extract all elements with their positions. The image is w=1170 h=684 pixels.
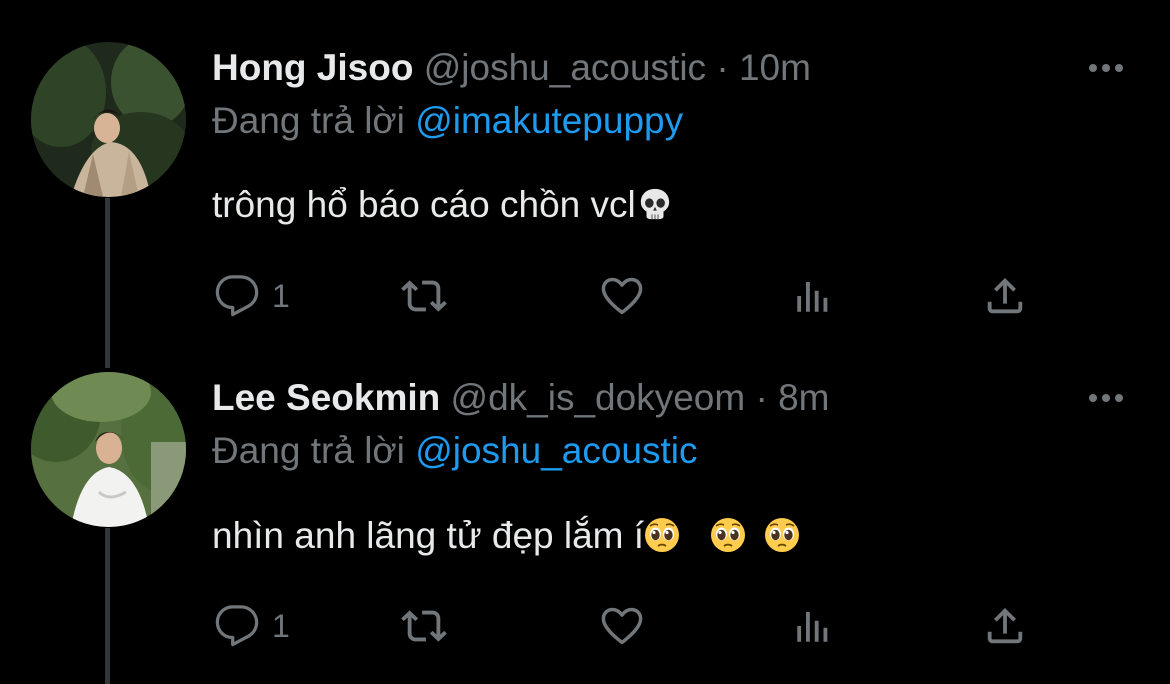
analytics-button[interactable] xyxy=(792,602,834,650)
tweet[interactable]: Hong Jisoo @joshu_acoustic · 10m Đang tr… xyxy=(0,0,1170,330)
share-button[interactable] xyxy=(982,602,1028,650)
reply-bubble-icon xyxy=(215,275,259,317)
like-button[interactable] xyxy=(598,272,646,320)
retweet-icon xyxy=(401,610,447,642)
more-horizontal-icon xyxy=(1089,64,1123,72)
skull-emoji xyxy=(640,188,669,220)
separator-dot: · xyxy=(755,377,768,418)
mention-link[interactable]: @joshu_acoustic xyxy=(415,430,697,471)
avatar[interactable] xyxy=(31,372,186,527)
replying-to-label: Đang trả lời xyxy=(212,430,405,471)
reply-button[interactable]: 1 xyxy=(214,602,290,650)
replying-to: Đang trả lời @imakutepuppy xyxy=(212,99,683,143)
reply-bubble-icon xyxy=(215,605,259,647)
timestamp[interactable]: 8m xyxy=(778,377,829,418)
tweet-text: trông hổ báo cáo chồn vcl xyxy=(212,183,672,227)
heart-icon xyxy=(601,607,643,645)
heart-icon xyxy=(601,277,643,315)
share-upload-icon xyxy=(987,277,1023,314)
tweet-actions: 1 xyxy=(214,272,1044,320)
separator-dot: · xyxy=(716,47,729,88)
tweet-header: Hong Jisoo @joshu_acoustic · 10m xyxy=(212,46,811,90)
replying-to: Đang trả lời @joshu_acoustic xyxy=(212,429,698,473)
analytics-bars-icon xyxy=(797,612,828,642)
analytics-bars-icon xyxy=(797,282,828,312)
analytics-button[interactable] xyxy=(792,272,834,320)
share-upload-icon xyxy=(987,607,1023,644)
retweet-icon xyxy=(401,280,447,312)
retweet-button[interactable] xyxy=(400,272,448,320)
display-name[interactable]: Lee Seokmin xyxy=(212,377,440,418)
user-handle[interactable]: @dk_is_dokyeom xyxy=(451,377,746,418)
display-name[interactable]: Hong Jisoo xyxy=(212,47,413,88)
share-button[interactable] xyxy=(982,272,1028,320)
more-horizontal-icon xyxy=(1089,394,1123,402)
pleading-face-emoji xyxy=(765,518,800,552)
timestamp[interactable]: 10m xyxy=(739,47,811,88)
pleading-face-emoji xyxy=(645,518,680,552)
like-button[interactable] xyxy=(598,602,646,650)
tweet-actions: 1 xyxy=(214,602,1044,650)
tweet-text-content: nhìn anh lãng tử đẹp lắm í xyxy=(212,515,645,556)
more-options-button[interactable] xyxy=(1087,58,1127,78)
reply-button[interactable]: 1 xyxy=(214,272,290,320)
pleading-face-emoji xyxy=(711,518,746,552)
more-options-button[interactable] xyxy=(1087,388,1127,408)
tweet-header: Lee Seokmin @dk_is_dokyeom · 8m xyxy=(212,376,830,420)
user-handle[interactable]: @joshu_acoustic xyxy=(424,47,706,88)
mention-link[interactable]: @imakutepuppy xyxy=(415,100,683,141)
reply-count: 1 xyxy=(272,607,290,644)
reply-count: 1 xyxy=(272,277,290,314)
tweet[interactable]: Lee Seokmin @dk_is_dokyeom · 8m Đang trả… xyxy=(0,330,1170,684)
avatar[interactable] xyxy=(31,42,186,197)
tweet-text-content: trông hổ báo cáo chồn vcl xyxy=(212,184,636,225)
retweet-button[interactable] xyxy=(400,602,448,650)
replying-to-label: Đang trả lời xyxy=(212,100,405,141)
tweet-text: nhìn anh lãng tử đẹp lắm í xyxy=(212,514,800,558)
